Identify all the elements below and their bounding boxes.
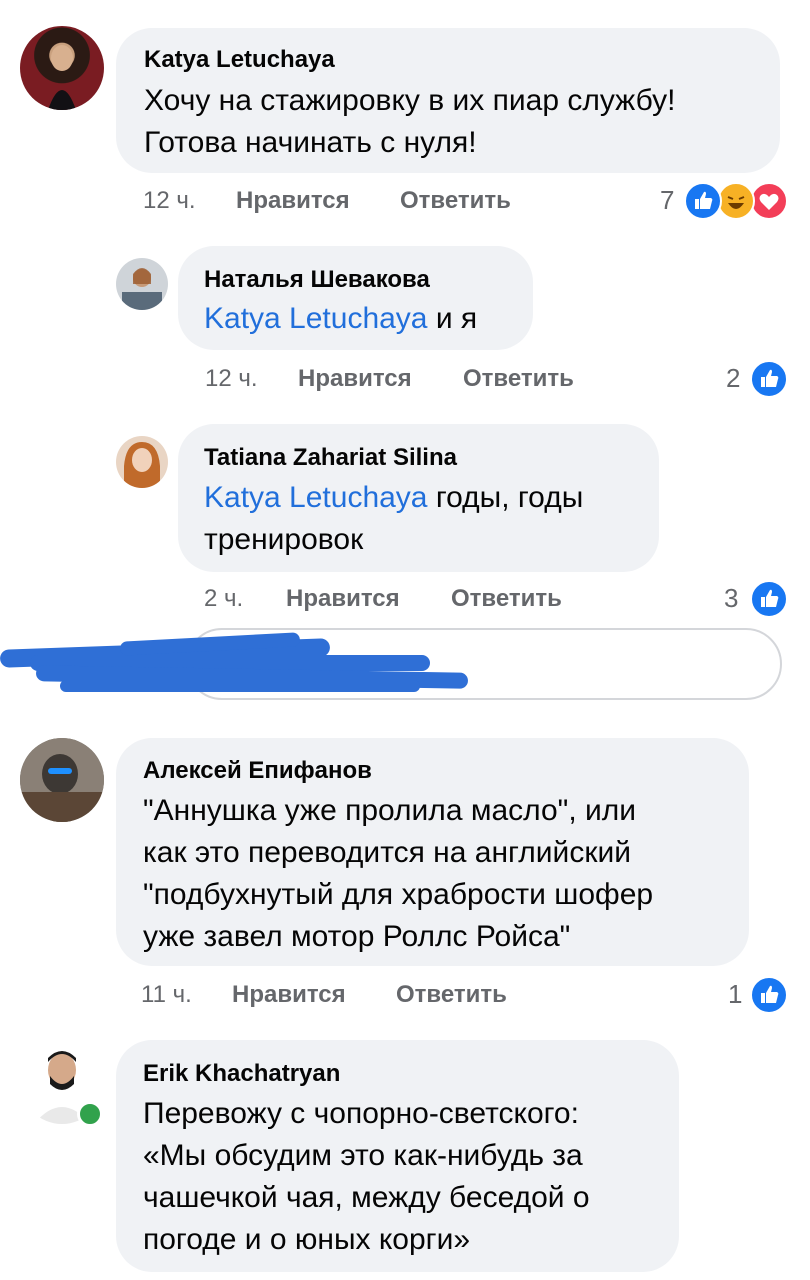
love-icon[interactable] (750, 182, 788, 220)
comment-author[interactable]: Наталья Шевакова (204, 266, 430, 294)
comment-text-line: как это переводится на английский (143, 836, 631, 869)
comment-text-line: уже завел мотор Роллс Ройса" (143, 920, 571, 953)
comment-author[interactable]: Erik Khachatryan (143, 1060, 340, 1088)
comment-text-line: "подбухнутый для храбрости шофер (143, 878, 654, 911)
haha-icon[interactable] (717, 182, 755, 220)
like-button[interactable]: Нравится (298, 365, 412, 393)
comment-text-line: тренировок (204, 523, 364, 556)
like-button[interactable]: Нравится (236, 187, 350, 215)
reaction-count[interactable]: 1 (728, 979, 742, 1010)
avatar-photo-icon (124, 442, 160, 488)
avatar-photo-icon (20, 738, 104, 822)
comment-text-line: "Аннушка уже пролила масло", или (143, 794, 637, 827)
like-button[interactable]: Нравится (286, 585, 400, 613)
comment-text-line: Готова начинать с нуля! (144, 126, 477, 159)
reaction-count[interactable]: 7 (660, 185, 674, 216)
comment-text-line: погоде и о юных корги» (143, 1223, 471, 1256)
avatar-photo-icon (48, 45, 76, 110)
comment-text-line: Перевожу с чопорно-светского: (143, 1097, 579, 1130)
like-button[interactable]: Нравится (232, 981, 346, 1009)
avatar[interactable] (20, 26, 104, 110)
comment-text-line: Хочу на стажировку в их пиар службу! (144, 84, 676, 117)
comment-text-line: чашечкой чая, между беседой о (143, 1181, 590, 1214)
like-icon[interactable] (684, 182, 722, 220)
avatar-photo-icon (122, 268, 162, 310)
avatar[interactable] (20, 738, 104, 822)
like-icon[interactable] (750, 976, 788, 1014)
reply-button[interactable]: Ответить (463, 365, 574, 393)
comment-time[interactable]: 11 ч. (141, 981, 192, 1009)
mention-link[interactable]: Katya Letuchaya (204, 481, 428, 514)
reply-button[interactable]: Ответить (400, 187, 511, 215)
comment-time[interactable]: 2 ч. (204, 585, 243, 613)
comment-time[interactable]: 12 ч. (143, 187, 196, 215)
like-icon[interactable] (750, 360, 788, 398)
avatar[interactable] (116, 258, 168, 310)
comment-text-line: Katya Letuchaya и я (204, 298, 477, 340)
like-icon[interactable] (750, 580, 788, 618)
comment-text: и я (427, 302, 478, 335)
comment-author[interactable]: Tatiana Zahariat Silina (204, 444, 457, 472)
reply-button[interactable]: Ответить (451, 585, 562, 613)
mention-link[interactable]: Katya Letuchaya (204, 302, 428, 335)
online-status-icon (77, 1101, 103, 1127)
comment-author[interactable]: Katya Letuchaya (144, 46, 335, 74)
comment-text: годы, годы (427, 481, 584, 514)
reaction-count[interactable]: 3 (724, 583, 738, 614)
comment-text-line: Katya Letuchaya годы, годы (204, 477, 583, 519)
reply-button[interactable]: Ответить (396, 981, 507, 1009)
comment-author[interactable]: Алексей Епифанов (143, 757, 372, 785)
comment-text-line: «Мы обсудим это как-нибудь за (143, 1139, 583, 1172)
reaction-count[interactable]: 2 (726, 363, 740, 394)
avatar[interactable] (116, 436, 168, 488)
comment-time[interactable]: 12 ч. (205, 365, 258, 393)
